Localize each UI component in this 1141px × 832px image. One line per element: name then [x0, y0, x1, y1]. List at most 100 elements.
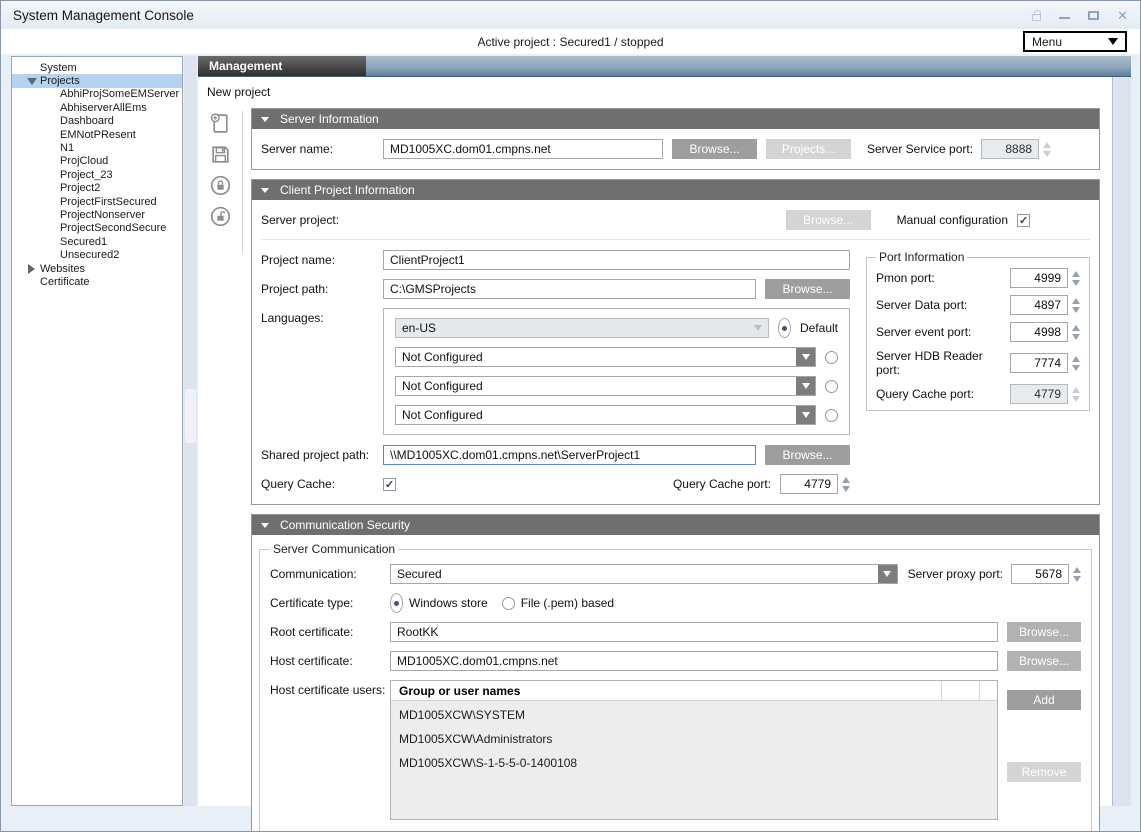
tree-item-secured1[interactable]: Secured1: [12, 235, 182, 248]
user-list-item[interactable]: MD1005XCW\S-1-5-5-0-1400108: [391, 752, 997, 773]
tree-item-abhiserverallems[interactable]: AbhiserverAllEms: [12, 101, 182, 114]
windows-store-label: Windows store: [409, 596, 488, 610]
host-certificate-label: Host certificate:: [270, 654, 390, 668]
host-certificate-browse-button[interactable]: Browse...: [1007, 651, 1081, 671]
panel-splitter[interactable]: [184, 56, 197, 806]
language-select-1: en-US: [395, 318, 769, 338]
lock-icon: [1032, 14, 1041, 21]
tab-management[interactable]: Management: [198, 56, 366, 76]
tree-item-project-23[interactable]: Project_23: [12, 168, 182, 181]
chevron-down-icon[interactable]: [878, 565, 897, 583]
chevron-down-icon[interactable]: [796, 377, 815, 395]
project-path-label: Project path:: [261, 282, 383, 296]
expander-down-icon[interactable]: [27, 78, 37, 85]
tree-item-project2[interactable]: Project2: [12, 182, 182, 195]
expander-right-icon[interactable]: [28, 264, 35, 274]
scrollbar-track[interactable]: [1112, 77, 1131, 806]
server-hdb-reader-port-input[interactable]: [1010, 353, 1068, 373]
host-certificate-input[interactable]: [390, 651, 998, 671]
spinner-icon[interactable]: [1072, 325, 1080, 340]
user-list-item[interactable]: MD1005XCW\Administrators: [391, 728, 997, 749]
menu-dropdown[interactable]: Menu: [1023, 31, 1127, 52]
tree-item-projectfirstsecured[interactable]: ProjectFirstSecured: [12, 195, 182, 208]
project-path-input[interactable]: [383, 279, 756, 299]
tree-item-projectnonserver[interactable]: ProjectNonserver: [12, 208, 182, 221]
default-language-radio-3[interactable]: [825, 380, 838, 393]
close-button[interactable]: ✕: [1117, 9, 1128, 22]
server-name-browse-button[interactable]: Browse...: [672, 139, 757, 159]
unlock-project-button[interactable]: [208, 204, 232, 228]
server-event-port-label: Server event port:: [876, 325, 1010, 339]
maximize-button[interactable]: [1088, 11, 1099, 20]
section-header-communication-security[interactable]: Communication Security: [252, 515, 1099, 535]
certificate-users-list[interactable]: Group or user names MD1005XCW\SYSTEM MD1…: [390, 680, 998, 820]
language-select-3[interactable]: Not Configured: [395, 376, 816, 396]
chevron-down-icon[interactable]: [796, 348, 815, 366]
default-language-radio-2[interactable]: [825, 351, 838, 364]
windows-store-radio[interactable]: [390, 593, 403, 613]
add-user-button[interactable]: Add: [1007, 690, 1081, 710]
menu-dropdown-label: Menu: [1032, 35, 1062, 49]
tree-item-n1[interactable]: N1: [12, 141, 182, 154]
server-name-input[interactable]: [383, 139, 663, 159]
spinner-icon[interactable]: [1072, 298, 1080, 313]
tab-strip: Management: [198, 56, 1131, 77]
query-cache-port-input[interactable]: [780, 474, 838, 494]
new-project-button[interactable]: [208, 111, 232, 135]
query-cache-port-group-label: Query Cache port:: [876, 387, 1010, 401]
save-button[interactable]: [208, 142, 232, 166]
status-bar: Active project : Secured1 / stopped Menu: [1, 29, 1140, 54]
tree-item-system[interactable]: System: [12, 61, 182, 74]
server-event-port-input[interactable]: [1010, 322, 1068, 342]
project-path-browse-button[interactable]: Browse...: [765, 279, 850, 299]
collapse-icon: [261, 188, 269, 193]
default-language-radio-4[interactable]: [825, 409, 838, 422]
tree-item-certificate[interactable]: Certificate: [12, 275, 182, 288]
pem-file-radio[interactable]: [502, 597, 515, 610]
language-select-2[interactable]: Not Configured: [395, 347, 816, 367]
chevron-down-icon: [1108, 38, 1118, 45]
tree-item-websites[interactable]: Websites: [12, 262, 182, 275]
section-client-project-information: Client Project Information Server projec…: [251, 179, 1100, 505]
tree-item-projects[interactable]: Projects: [12, 74, 182, 87]
project-name-label: Project name:: [261, 253, 383, 267]
section-header-server-information[interactable]: Server Information: [252, 109, 1099, 129]
title-bar: System Management Console ✕: [1, 1, 1140, 29]
communication-select[interactable]: Secured: [390, 564, 898, 584]
spinner-icon[interactable]: [1073, 567, 1081, 582]
server-hdb-reader-port-label: Server HDB Reader port:: [876, 349, 1010, 377]
spinner-icon[interactable]: [1072, 271, 1080, 286]
tree-item-projectsecondsecure[interactable]: ProjectSecondSecure: [12, 222, 182, 235]
pmon-port-label: Pmon port:: [876, 271, 1010, 285]
tree-item-unsecured2[interactable]: Unsecured2: [12, 248, 182, 261]
default-language-radio[interactable]: [778, 318, 791, 338]
server-proxy-port-label: Server proxy port:: [908, 567, 1003, 581]
server-proxy-port-input[interactable]: [1011, 564, 1069, 584]
spinner-icon: [1043, 142, 1051, 157]
lock-closed-icon: [209, 174, 232, 197]
section-header-client-project-information[interactable]: Client Project Information: [252, 180, 1099, 200]
splitter-handle[interactable]: [185, 389, 196, 443]
lock-project-button[interactable]: [208, 173, 232, 197]
tree-item-projcloud[interactable]: ProjCloud: [12, 155, 182, 168]
project-name-input[interactable]: [383, 250, 850, 270]
manual-configuration-checkbox[interactable]: [1017, 214, 1030, 227]
root-certificate-browse-button[interactable]: Browse...: [1007, 622, 1081, 642]
language-select-4[interactable]: Not Configured: [395, 405, 816, 425]
languages-label: Languages:: [261, 308, 383, 325]
spinner-icon[interactable]: [1072, 356, 1080, 371]
user-list-item[interactable]: MD1005XCW\SYSTEM: [391, 704, 997, 725]
shared-path-browse-button[interactable]: Browse...: [765, 445, 850, 465]
tree-item-dashboard[interactable]: Dashboard: [12, 115, 182, 128]
chevron-down-icon[interactable]: [796, 406, 815, 424]
pmon-port-input[interactable]: [1010, 268, 1068, 288]
tree-item-abhiprojsomeemserver[interactable]: AbhiProjSomeEMServer: [12, 88, 182, 101]
query-cache-checkbox[interactable]: [383, 478, 396, 491]
server-data-port-input[interactable]: [1010, 295, 1068, 315]
spinner-icon[interactable]: [842, 477, 850, 492]
lock-open-icon: [209, 205, 232, 228]
shared-project-path-input[interactable]: [383, 445, 756, 465]
minimize-button[interactable]: [1059, 16, 1070, 19]
root-certificate-input[interactable]: [390, 622, 998, 642]
tree-item-emnotpresent[interactable]: EMNotPResent: [12, 128, 182, 141]
